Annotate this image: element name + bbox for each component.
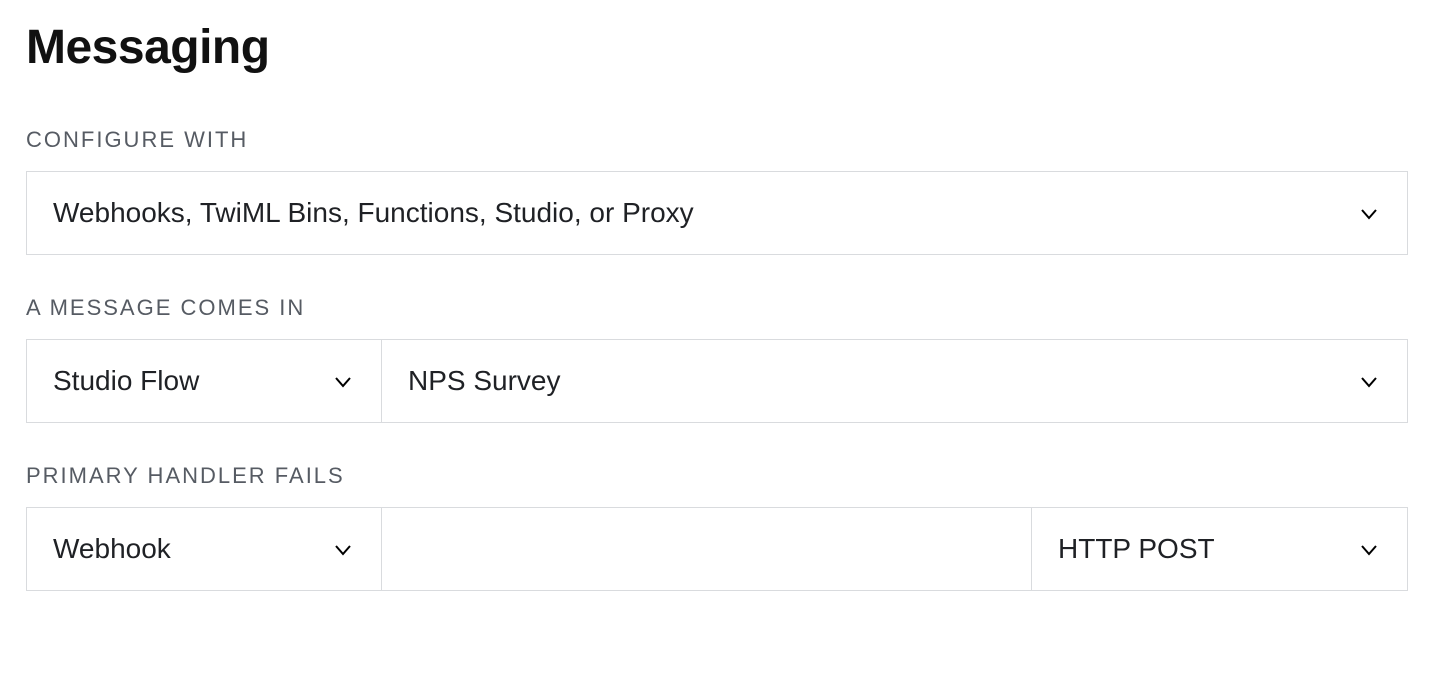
- message-comes-in-group: A MESSAGE COMES IN Studio Flow NPS Surve…: [26, 295, 1408, 423]
- primary-handler-fails-label: PRIMARY HANDLER FAILS: [26, 463, 1408, 489]
- message-comes-in-label: A MESSAGE COMES IN: [26, 295, 1408, 321]
- configure-with-select[interactable]: Webhooks, TwiML Bins, Functions, Studio,…: [26, 171, 1408, 255]
- primary-handler-method-select[interactable]: HTTP POST: [1032, 507, 1408, 591]
- message-comes-in-target-value: NPS Survey: [408, 365, 561, 397]
- message-comes-in-target-select[interactable]: NPS Survey: [382, 339, 1408, 423]
- primary-handler-type-select[interactable]: Webhook: [26, 507, 382, 591]
- configure-with-value: Webhooks, TwiML Bins, Functions, Studio,…: [53, 197, 694, 229]
- chevron-down-icon: [1357, 369, 1381, 393]
- primary-handler-url-input[interactable]: [382, 507, 1032, 591]
- configure-with-label: CONFIGURE WITH: [26, 127, 1408, 153]
- message-comes-in-type-select[interactable]: Studio Flow: [26, 339, 382, 423]
- primary-handler-fails-group: PRIMARY HANDLER FAILS Webhook HTTP POST: [26, 463, 1408, 591]
- chevron-down-icon: [331, 369, 355, 393]
- primary-handler-method-value: HTTP POST: [1058, 533, 1215, 565]
- chevron-down-icon: [1357, 201, 1381, 225]
- page-title: Messaging: [26, 20, 1408, 75]
- message-comes-in-type-value: Studio Flow: [53, 365, 199, 397]
- chevron-down-icon: [331, 537, 355, 561]
- chevron-down-icon: [1357, 537, 1381, 561]
- configure-with-group: CONFIGURE WITH Webhooks, TwiML Bins, Fun…: [26, 127, 1408, 255]
- primary-handler-type-value: Webhook: [53, 533, 171, 565]
